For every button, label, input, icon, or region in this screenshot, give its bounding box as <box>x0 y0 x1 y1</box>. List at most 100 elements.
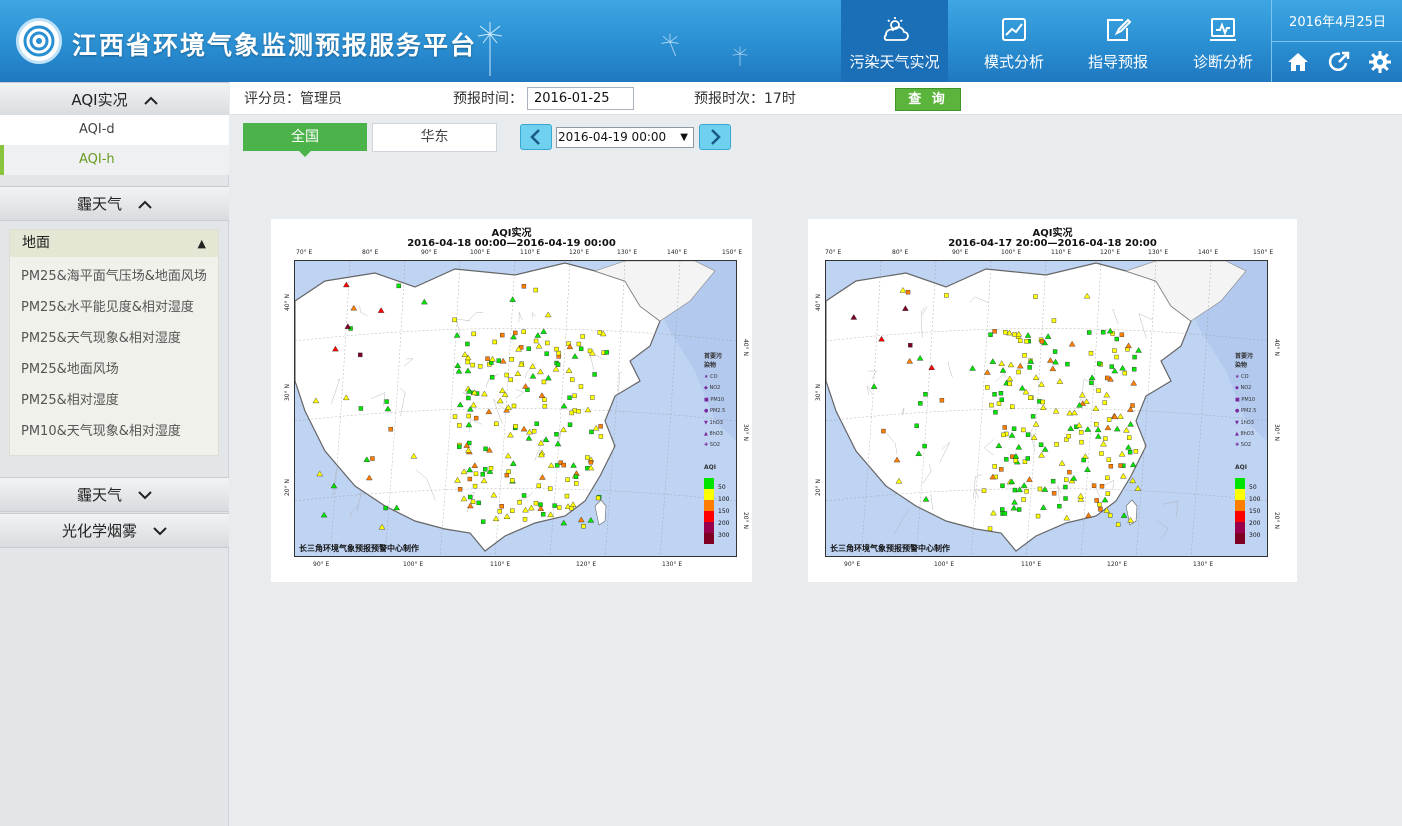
sidebar-section-photochemical-smog[interactable]: 光化学烟雾 <box>0 513 229 548</box>
gear-icon[interactable] <box>1368 50 1392 74</box>
station-marker <box>1078 430 1084 435</box>
station-marker <box>1132 354 1137 360</box>
station-marker <box>1004 457 1009 462</box>
map-legend: 首要污染物 ★ CO ◆ NO2 ■ PM10 ● PM2.5 ▼ 1hO3 ▲… <box>1235 352 1265 544</box>
station-marker <box>1051 491 1057 496</box>
sidebar-subitem[interactable]: PM25&相对湿度 <box>21 385 119 416</box>
station-marker <box>554 432 559 437</box>
nav-label: 模式分析 <box>983 53 1044 71</box>
axis-label: 150° E <box>1253 249 1274 256</box>
station-marker <box>576 341 582 347</box>
nav-label: 诊断分析 <box>1192 53 1253 71</box>
query-button[interactable]: 查 询 <box>895 88 961 111</box>
station-marker <box>544 351 549 356</box>
legend-pollutant: ◆ NO2 <box>704 385 721 392</box>
axis-label: 110° E <box>520 249 541 256</box>
station-marker <box>585 455 590 460</box>
map-title: AQI实况 <box>1032 228 1073 239</box>
aqi-level: 200 <box>1249 520 1261 527</box>
station-marker <box>470 499 476 505</box>
sidebar-subitem[interactable]: PM25&天气现象&相对湿度 <box>21 323 181 354</box>
nav-diagnostic-analysis[interactable]: 诊断分析 <box>1175 0 1271 82</box>
station-marker <box>517 500 522 505</box>
legend-aqi-title: AQI <box>1235 464 1247 471</box>
chevron-left-icon <box>530 129 540 145</box>
station-marker <box>510 508 515 513</box>
station-marker <box>1051 318 1057 323</box>
station-marker <box>1122 370 1128 376</box>
station-marker <box>1063 496 1068 501</box>
aqi-map-card[interactable]: AQI实况 2016-04-18 00:00—2016-04-19 00:00 … <box>271 219 752 582</box>
time-select[interactable]: 2016-04-19 00:00 ▼ <box>556 127 694 148</box>
station-marker <box>1099 484 1105 489</box>
sidebar-subitem[interactable]: PM25&水平能见度&相对湿度 <box>21 292 194 323</box>
station-marker <box>541 379 547 385</box>
station-marker <box>1022 353 1027 358</box>
home-icon[interactable] <box>1286 50 1310 74</box>
station-marker <box>1016 369 1021 375</box>
station-marker <box>1007 381 1012 387</box>
sidebar-item-aqi-h[interactable]: AQI-h <box>0 145 229 175</box>
station-marker <box>522 516 528 522</box>
sidebar-item-aqi-d[interactable]: AQI-d <box>0 115 229 145</box>
nav-guidance-forecast[interactable]: 指导预报 <box>1070 0 1166 82</box>
station-marker <box>999 397 1004 402</box>
station-marker <box>1037 486 1043 492</box>
axis-label: 130° E <box>617 249 638 256</box>
legend-aqi-title: AQI <box>704 464 716 471</box>
chevron-down-icon <box>153 514 167 549</box>
prev-time-button[interactable] <box>520 124 552 150</box>
aqi-map-card[interactable]: AQI实况 2016-04-17 20:00—2016-04-18 20:00 … <box>808 219 1297 582</box>
station-marker <box>1040 399 1045 405</box>
sidebar-subitem[interactable]: PM10&天气现象&相对湿度 <box>21 416 181 447</box>
app-title: 江西省环境气象监测预报服务平台 <box>72 31 478 60</box>
aqi-level: 100 <box>718 496 730 503</box>
legend-pollutant: ▼ 1hO3 <box>1235 419 1254 426</box>
forecast-time-input[interactable]: 2016-01-25 <box>527 87 634 110</box>
sidebar-subitem[interactable]: PM25&海平面气压场&地面风场 <box>21 261 207 292</box>
next-time-button[interactable] <box>699 124 731 150</box>
nav-pollution-weather[interactable]: 污染天气实况 <box>841 0 948 82</box>
axis-label: 150° E <box>722 249 743 256</box>
aqi-level: 50 <box>718 484 726 491</box>
station-marker <box>588 460 594 465</box>
axis-label: 90° E <box>421 249 438 256</box>
sidebar-section-haze-2[interactable]: 霾天气 <box>0 477 229 512</box>
share-icon[interactable] <box>1327 50 1351 74</box>
station-marker <box>1112 348 1117 353</box>
station-marker <box>536 483 542 489</box>
aqi-level: 150 <box>718 508 730 515</box>
sidebar-subitem[interactable]: PM25&地面风场 <box>21 354 119 385</box>
station-marker <box>358 406 364 411</box>
station-marker <box>1114 354 1119 360</box>
station-marker <box>1017 338 1023 343</box>
sidebar-section-aqi[interactable]: AQI实况 <box>0 82 229 117</box>
subpanel-header[interactable]: 地面 ▲ <box>10 230 218 257</box>
station-marker <box>521 329 526 334</box>
station-marker <box>1013 458 1018 463</box>
sidebar-section-haze[interactable]: 霾天气 <box>0 186 229 221</box>
nav-model-analysis[interactable]: 模式分析 <box>962 0 1066 82</box>
station-marker <box>500 332 505 338</box>
axis-label: 130° E <box>662 561 683 568</box>
tab-east-china[interactable]: 华东 <box>372 123 497 152</box>
station-marker <box>992 329 997 334</box>
axis-label: 100° E <box>1001 249 1022 256</box>
aqi-level: 150 <box>1249 508 1261 515</box>
station-marker <box>370 456 375 461</box>
station-marker <box>467 476 473 482</box>
axis-label: 110° E <box>1021 561 1042 568</box>
legend-pollutant: ▼ 1hO3 <box>704 419 723 426</box>
station-marker <box>533 338 539 344</box>
station-marker <box>473 471 479 477</box>
station-marker <box>992 392 997 397</box>
station-marker <box>533 500 539 506</box>
station-marker <box>494 421 499 427</box>
map-legend: 首要污染物 ★ CO ◆ NO2 ■ PM10 ● PM2.5 ▼ 1hO3 ▲… <box>704 352 734 544</box>
legend-pollutant: ■ PM10 <box>1235 396 1256 403</box>
station-marker <box>999 467 1004 472</box>
tab-nationwide[interactable]: 全国 <box>243 123 367 157</box>
station-marker <box>1030 414 1036 419</box>
map-frame: 长三角环境气象预报预警中心制作 <box>825 260 1268 557</box>
axis-label: 90° E <box>844 561 861 568</box>
